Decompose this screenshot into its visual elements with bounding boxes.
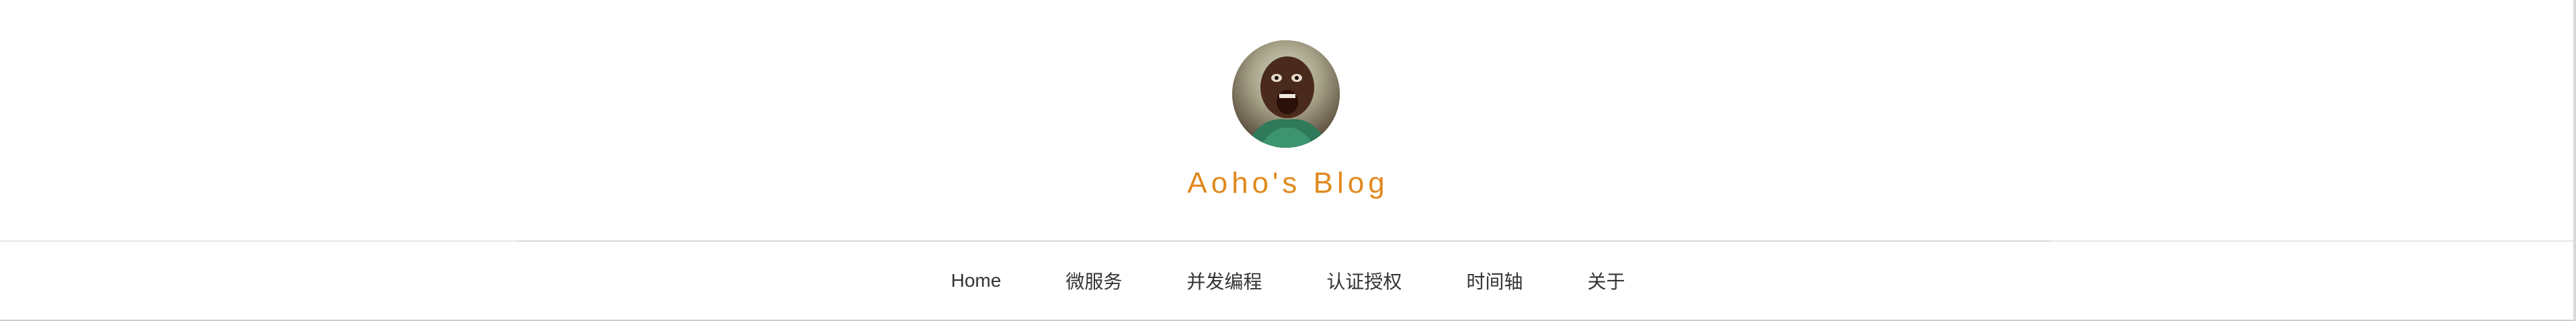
blog-page: Aoho's Blog Home 微服务 并发编程 认证授权 时间轴 关于 — [0, 0, 2576, 321]
main-nav: Home 微服务 并发编程 认证授权 时间轴 关于 — [0, 242, 2576, 320]
nav-item-about[interactable]: 关于 — [1584, 263, 1627, 298]
nav-items: Home 微服务 并发编程 认证授权 时间轴 关于 — [0, 242, 2576, 320]
nav-item-concurrency[interactable]: 并发编程 — [1184, 263, 1264, 298]
nav-item-timeline[interactable]: 时间轴 — [1463, 263, 1525, 298]
avatar[interactable] — [1232, 40, 1340, 148]
nav-item-microservices[interactable]: 微服务 — [1063, 263, 1125, 298]
blog-title[interactable]: Aoho's Blog — [0, 167, 2576, 200]
window-right-edge — [2573, 0, 2576, 321]
nav-item-home[interactable]: Home — [949, 266, 1004, 295]
site-header: Aoho's Blog — [0, 0, 2576, 240]
avatar-image — [1232, 40, 1340, 148]
nav-item-auth[interactable]: 认证授权 — [1324, 263, 1404, 298]
